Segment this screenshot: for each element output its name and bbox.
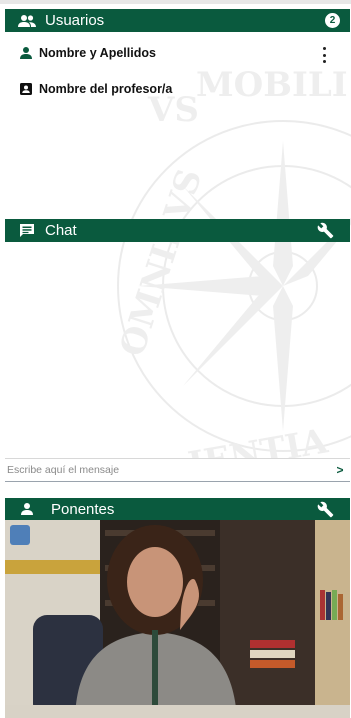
chat-settings-wrench-icon[interactable] [317,222,334,239]
users-list: Nombre y Apellidos Nombre del profesor/a [5,32,350,218]
speakers-panel-title: Ponentes [51,500,115,518]
chat-bubble-icon [17,221,37,241]
speakers-settings-wrench-icon[interactable] [317,501,334,518]
chat-panel-header: Chat [5,219,350,242]
user-count-badge: 2 [325,13,340,28]
top-border [0,0,351,4]
contact-card-icon [19,82,33,96]
user-name: Nombre del profesor/a [39,82,173,96]
chat-messages-area [5,242,350,454]
users-panel-header: Usuarios 2 [5,9,350,32]
send-message-button[interactable]: > [333,463,347,477]
speakers-panel-header: Ponentes [5,498,350,520]
person-icon [19,46,33,60]
chat-message-input[interactable] [5,460,333,480]
chat-panel-title: Chat [45,222,77,239]
person-icon [17,499,37,519]
speaker-video-feed [5,520,350,718]
chat-message-bar: > [5,458,350,482]
user-list-item[interactable]: Nombre y Apellidos [19,46,156,60]
users-panel-title: Usuarios [45,12,105,29]
people-icon [17,11,37,31]
user-list-item[interactable]: Nombre del profesor/a [19,82,172,96]
user-name: Nombre y Apellidos [39,46,156,60]
user-options-menu-icon[interactable] [321,47,327,63]
